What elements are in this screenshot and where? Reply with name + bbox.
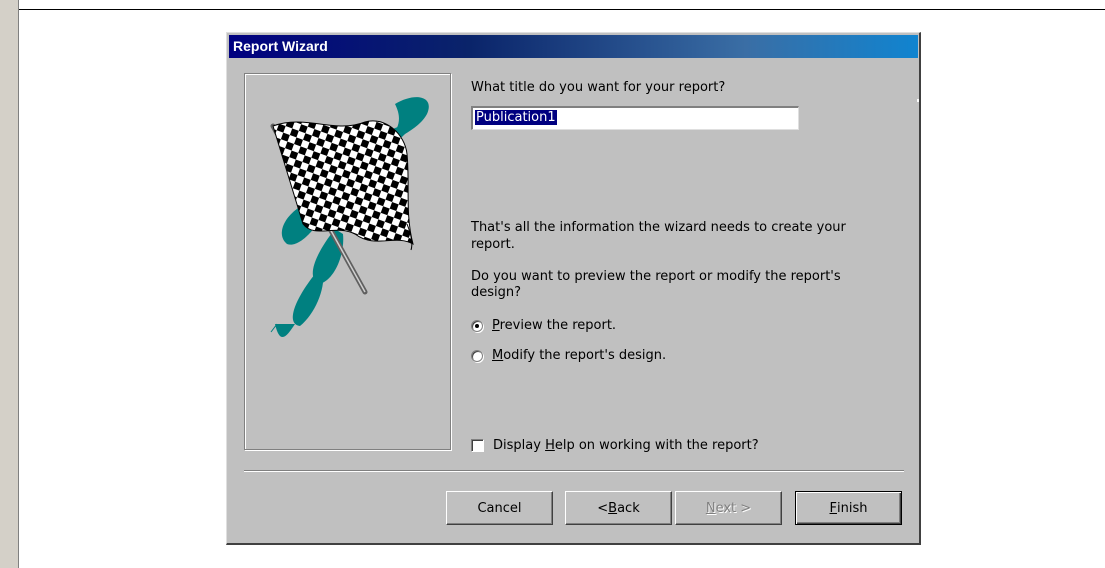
display-help-checkbox[interactable] [471, 439, 484, 452]
dialog-title: Report Wizard [233, 38, 328, 54]
modify-design-radio[interactable] [471, 349, 483, 362]
app-window-edge [0, 0, 19, 568]
display-help-option[interactable]: Display Help on working with the report? [471, 437, 759, 454]
preview-report-radio[interactable] [471, 319, 483, 332]
report-title-input[interactable]: Publication1 [471, 106, 799, 130]
preview-report-option[interactable]: Preview the report. [471, 317, 616, 334]
next-button[interactable]: Next > [675, 491, 782, 525]
checkered-flag-icon [270, 97, 429, 338]
question-text-line-2: design? [471, 285, 522, 300]
button-separator [244, 470, 904, 472]
finish-button[interactable]: Finish [795, 491, 902, 525]
back-button[interactable]: < Back [565, 491, 672, 525]
question-text-line-1: Do you want to preview the report or mod… [471, 269, 841, 284]
display-help-label: Display Help on working with the report? [493, 438, 759, 453]
title-prompt-label: What title do you want for your report? [471, 80, 726, 95]
wizard-image-panel [244, 73, 451, 450]
info-text-line-1: That's all the information the wizard ne… [471, 220, 846, 235]
workspace-top-border [19, 0, 1105, 10]
cancel-button[interactable]: Cancel [446, 491, 553, 525]
preview-report-label: Preview the report. [492, 318, 617, 333]
stray-marker [917, 99, 919, 102]
report-title-value: Publication1 [475, 110, 557, 125]
report-wizard-dialog: Report Wizard What title do you want for… [226, 32, 921, 545]
info-text-line-2: report. [471, 237, 515, 252]
dialog-title-bar[interactable]: Report Wizard [229, 35, 918, 58]
modify-design-label: Modify the report's design. [492, 348, 667, 363]
modify-design-option[interactable]: Modify the report's design. [471, 347, 666, 364]
